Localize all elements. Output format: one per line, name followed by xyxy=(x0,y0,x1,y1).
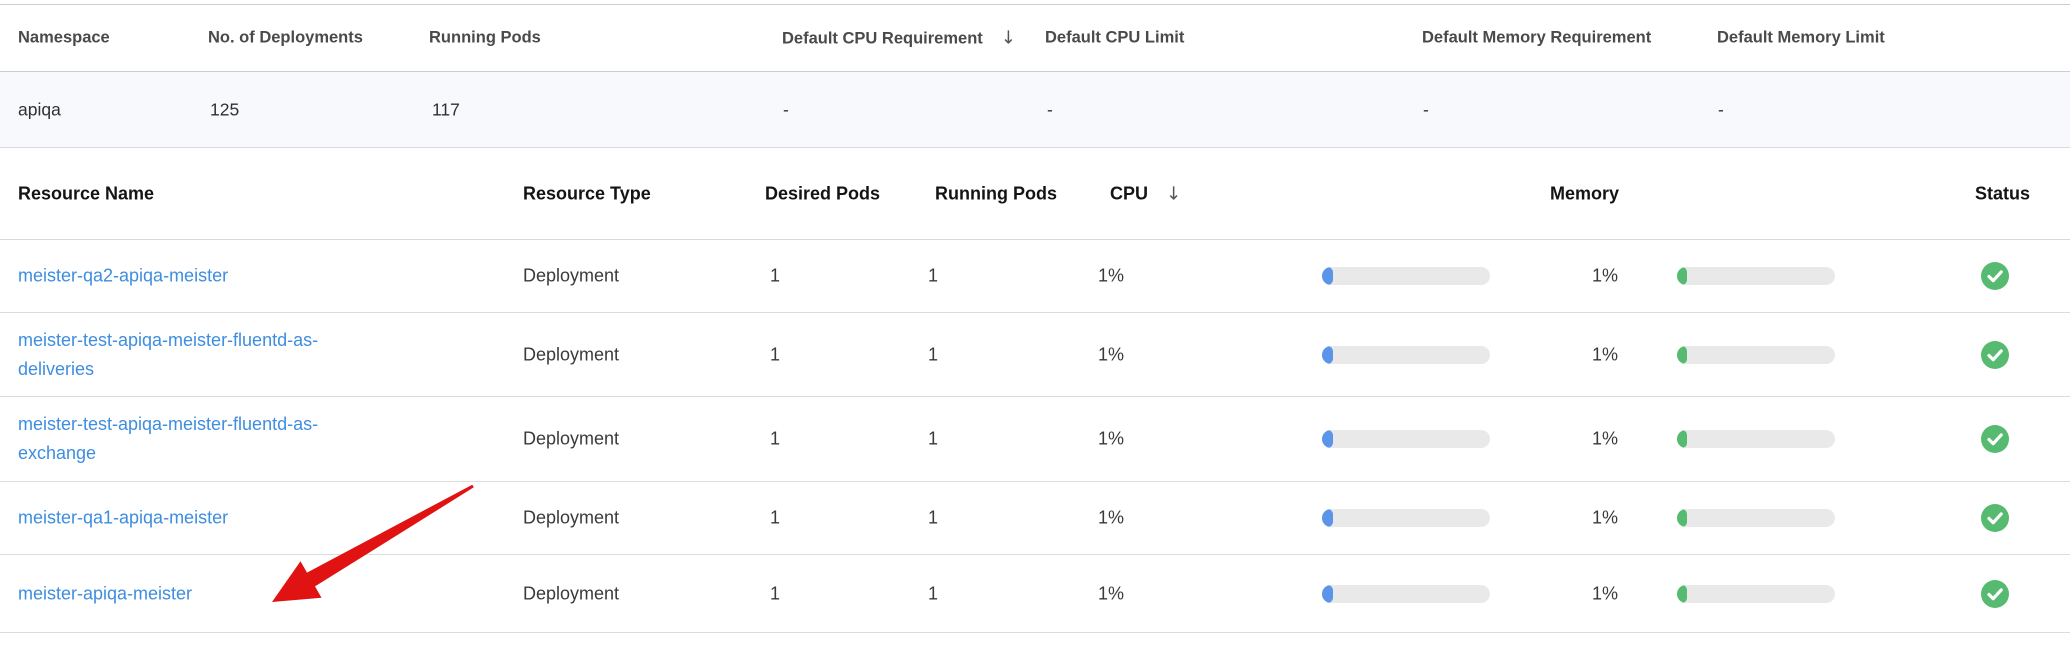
default-memory-limit-value: - xyxy=(1718,99,1724,120)
running-pods-cell: 1 xyxy=(928,266,938,287)
cpu-usage-bar xyxy=(1322,267,1490,285)
col-default-memory-requirement[interactable]: Default Memory Requirement xyxy=(1422,29,1651,48)
memory-usage-bar xyxy=(1677,509,1835,527)
running-pods-value: 117 xyxy=(432,99,460,120)
resource-name-link[interactable]: meister-test-apiqa-meister-fluentd-as-de… xyxy=(18,330,318,379)
cpu-usage-bar xyxy=(1322,346,1490,364)
col-default-cpu-requirement[interactable]: Default CPU Requirement ↓ xyxy=(782,28,1016,49)
desired-pods-cell: 1 xyxy=(770,508,780,529)
col-default-memory-limit[interactable]: Default Memory Limit xyxy=(1717,29,1885,48)
resource-type-cell: Deployment xyxy=(523,429,619,450)
col-status[interactable]: Status xyxy=(1975,183,2030,204)
desired-pods-cell: 1 xyxy=(770,266,780,287)
workloads-dashboard: Namespace No. of Deployments Running Pod… xyxy=(0,4,2070,646)
cpu-percent: 1% xyxy=(1098,429,1124,450)
memory-usage-bar xyxy=(1677,346,1835,364)
memory-percent: 1% xyxy=(1592,429,1618,450)
sort-down-icon[interactable]: ↓ xyxy=(1001,28,1016,49)
status-healthy-icon xyxy=(1981,504,2009,532)
cpu-usage-bar xyxy=(1322,585,1490,603)
running-pods-cell: 1 xyxy=(928,508,938,529)
deployments-value: 125 xyxy=(210,99,239,120)
namespace-value: apiqa xyxy=(18,99,61,120)
resource-row: meister-test-apiqa-meister-fluentd-as-ex… xyxy=(0,397,2070,482)
memory-usage-bar xyxy=(1677,430,1835,448)
status-healthy-icon xyxy=(1981,341,2009,369)
resource-row: meister-test-apiqa-meister-fluentd-as-de… xyxy=(0,313,2070,397)
default-cpu-limit-value: - xyxy=(1047,99,1053,120)
col-default-cpu-requirement-label: Default CPU Requirement xyxy=(782,30,983,48)
resource-row: meister-qa1-apiqa-meister Deployment 1 1… xyxy=(0,482,2070,555)
col-desired-pods[interactable]: Desired Pods xyxy=(765,183,880,204)
col-running-pods[interactable]: Running Pods xyxy=(429,29,541,48)
resources-table-header: Resource Name Resource Type Desired Pods… xyxy=(0,148,2070,240)
running-pods-cell: 1 xyxy=(928,429,938,450)
resource-type-cell: Deployment xyxy=(523,344,619,365)
col-default-cpu-limit[interactable]: Default CPU Limit xyxy=(1045,29,1184,48)
resource-name-link[interactable]: meister-qa1-apiqa-meister xyxy=(18,508,228,528)
namespace-row[interactable]: apiqa 125 117 - - - - xyxy=(0,72,2070,148)
cpu-percent: 1% xyxy=(1098,344,1124,365)
resource-row: meister-apiqa-meister Deployment 1 1 1% … xyxy=(0,555,2070,633)
status-healthy-icon xyxy=(1981,262,2009,290)
memory-percent: 1% xyxy=(1592,508,1618,529)
resource-type-cell: Deployment xyxy=(523,266,619,287)
namespace-table-header: Namespace No. of Deployments Running Pod… xyxy=(0,4,2070,72)
memory-percent: 1% xyxy=(1592,266,1618,287)
memory-usage-bar xyxy=(1677,585,1835,603)
cpu-usage-bar xyxy=(1322,430,1490,448)
desired-pods-cell: 1 xyxy=(770,344,780,365)
status-healthy-icon xyxy=(1981,425,2009,453)
col-deployments[interactable]: No. of Deployments xyxy=(208,29,363,48)
default-memory-requirement-value: - xyxy=(1423,99,1429,120)
col-memory[interactable]: Memory xyxy=(1550,183,1619,204)
resource-row: meister-qa2-apiqa-meister Deployment 1 1… xyxy=(0,240,2070,313)
col-running-pods-2[interactable]: Running Pods xyxy=(935,183,1057,204)
status-healthy-icon xyxy=(1981,580,2009,608)
resource-type-cell: Deployment xyxy=(523,508,619,529)
default-cpu-requirement-value: - xyxy=(783,99,789,120)
col-resource-name[interactable]: Resource Name xyxy=(18,183,154,204)
col-resource-type[interactable]: Resource Type xyxy=(523,183,651,204)
cpu-percent: 1% xyxy=(1098,583,1124,604)
col-namespace[interactable]: Namespace xyxy=(18,29,110,48)
sort-down-icon[interactable]: ↓ xyxy=(1166,183,1181,204)
desired-pods-cell: 1 xyxy=(770,429,780,450)
resource-name-link[interactable]: meister-qa2-apiqa-meister xyxy=(18,266,228,286)
col-cpu-label: CPU xyxy=(1110,183,1148,203)
memory-percent: 1% xyxy=(1592,583,1618,604)
col-cpu[interactable]: CPU ↓ xyxy=(1110,183,1181,204)
cpu-percent: 1% xyxy=(1098,508,1124,529)
resource-name-link[interactable]: meister-apiqa-meister xyxy=(18,583,192,603)
running-pods-cell: 1 xyxy=(928,344,938,365)
cpu-percent: 1% xyxy=(1098,266,1124,287)
desired-pods-cell: 1 xyxy=(770,583,780,604)
resource-name-link[interactable]: meister-test-apiqa-meister-fluentd-as-ex… xyxy=(18,414,318,463)
cpu-usage-bar xyxy=(1322,509,1490,527)
memory-usage-bar xyxy=(1677,267,1835,285)
running-pods-cell: 1 xyxy=(928,583,938,604)
memory-percent: 1% xyxy=(1592,344,1618,365)
resource-type-cell: Deployment xyxy=(523,583,619,604)
